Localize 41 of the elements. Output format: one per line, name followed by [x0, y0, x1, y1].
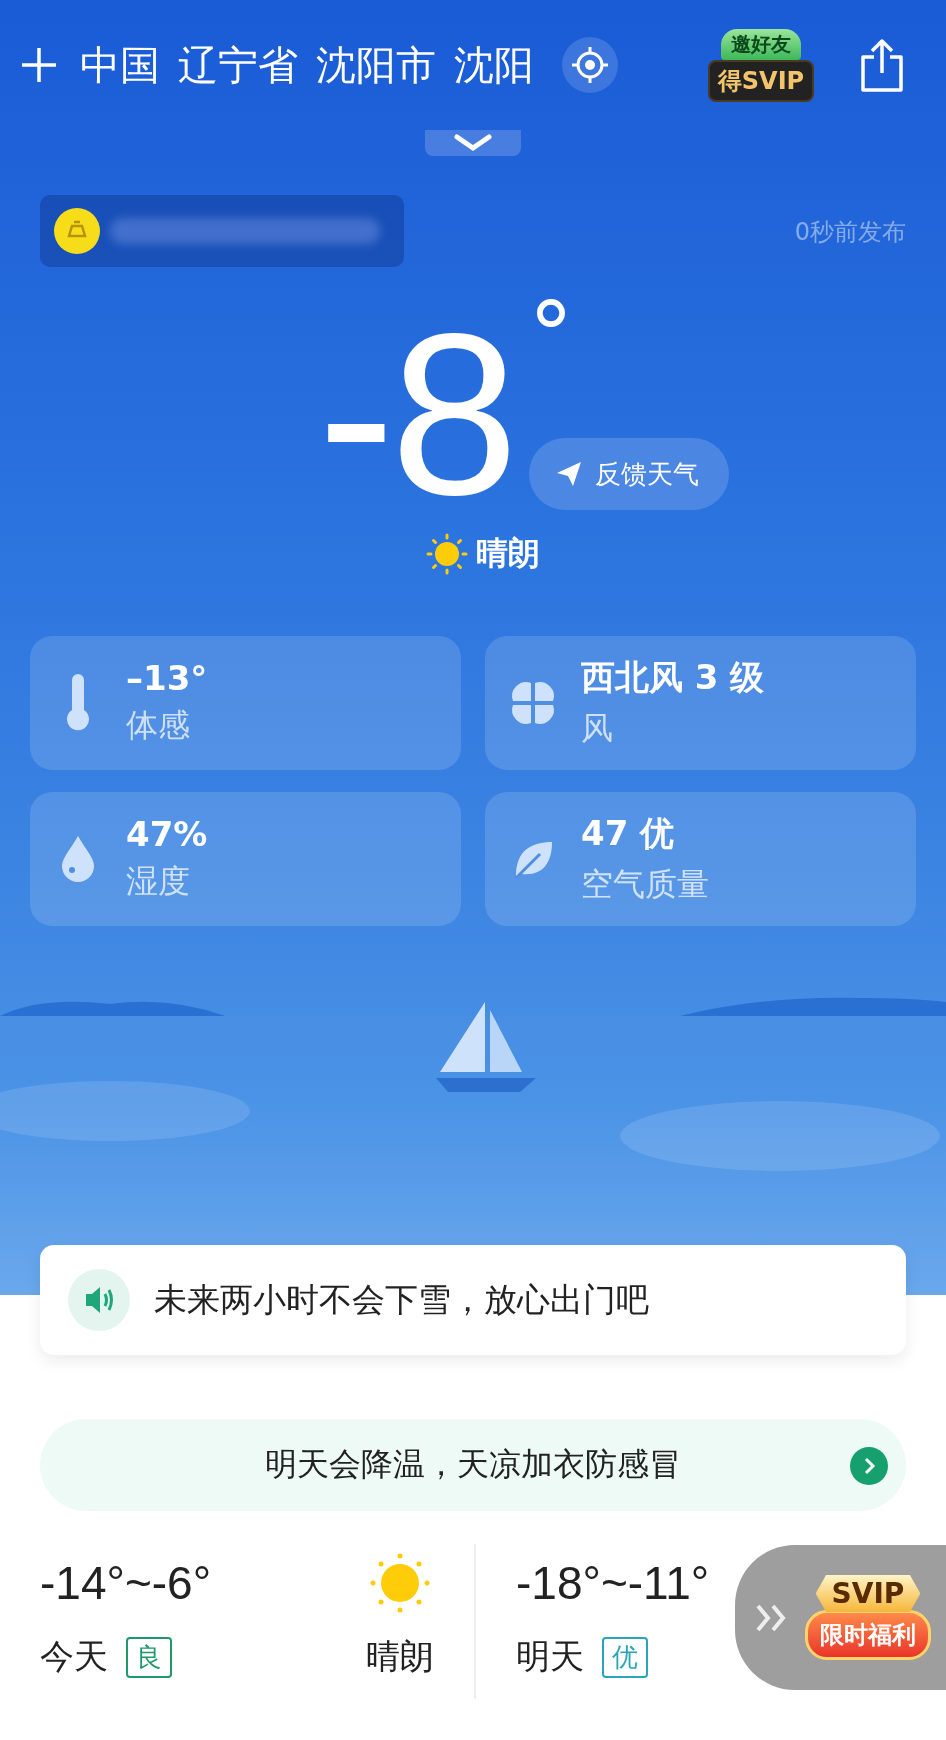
- detail-value: 47%: [126, 814, 208, 854]
- detail-value: 西北风 3 级: [581, 656, 765, 699]
- sun-icon: [368, 1551, 432, 1615]
- temperature-range: -18°~-11°: [516, 1556, 710, 1610]
- air-quality-tag: 良: [126, 1636, 172, 1678]
- detail-label: 体感: [126, 705, 191, 746]
- temperature: -8: [318, 300, 515, 530]
- feedback-button[interactable]: 反馈天气: [528, 438, 729, 510]
- location-name[interactable]: 沈阳市: [316, 37, 436, 93]
- arrow-right-icon[interactable]: [850, 1447, 888, 1485]
- share-icon[interactable]: [858, 37, 906, 93]
- day-label: 今天: [40, 1635, 108, 1678]
- degree-symbol: °: [528, 290, 574, 380]
- location-name[interactable]: 中国: [80, 37, 160, 93]
- chevron-down-icon: [453, 134, 493, 152]
- sun-icon: [426, 533, 468, 575]
- temperature-range: -14°~-6°: [40, 1556, 212, 1610]
- detail-value: 47 优: [581, 812, 676, 855]
- notice-text: 未来两小时不会下雪，放心出门吧: [154, 1278, 649, 1321]
- add-icon[interactable]: [20, 46, 58, 84]
- speaker-icon: [68, 1269, 130, 1331]
- air-quality-tag: 优: [602, 1636, 648, 1678]
- promo-badge[interactable]: 限时福利: [805, 1610, 931, 1660]
- publish-time: 0秒前发布: [794, 217, 906, 248]
- svip-badge[interactable]: 得SVIP: [707, 59, 815, 102]
- location-name[interactable]: 沈阳: [454, 37, 534, 93]
- day-label: 明天: [516, 1635, 584, 1678]
- water-drop-icon: [60, 834, 96, 884]
- detail-label: 风: [581, 708, 614, 749]
- locate-icon[interactable]: [562, 37, 618, 93]
- invite-badge[interactable]: 邀好友: [721, 28, 801, 60]
- weather-condition: 晴朗: [476, 533, 540, 574]
- detail-label: 湿度: [126, 861, 191, 902]
- location-name[interactable]: 辽宁省: [178, 37, 298, 93]
- weather-condition: 晴朗: [366, 1635, 434, 1678]
- promo-popup[interactable]: SVIP 限时福利: [735, 1545, 946, 1690]
- detail-value: –13°: [126, 658, 208, 698]
- expand-tab[interactable]: [425, 130, 521, 156]
- detail-label: 空气质量: [581, 864, 709, 905]
- svip-badge[interactable]: SVIP: [815, 1575, 921, 1612]
- alert-banner[interactable]: [40, 195, 404, 267]
